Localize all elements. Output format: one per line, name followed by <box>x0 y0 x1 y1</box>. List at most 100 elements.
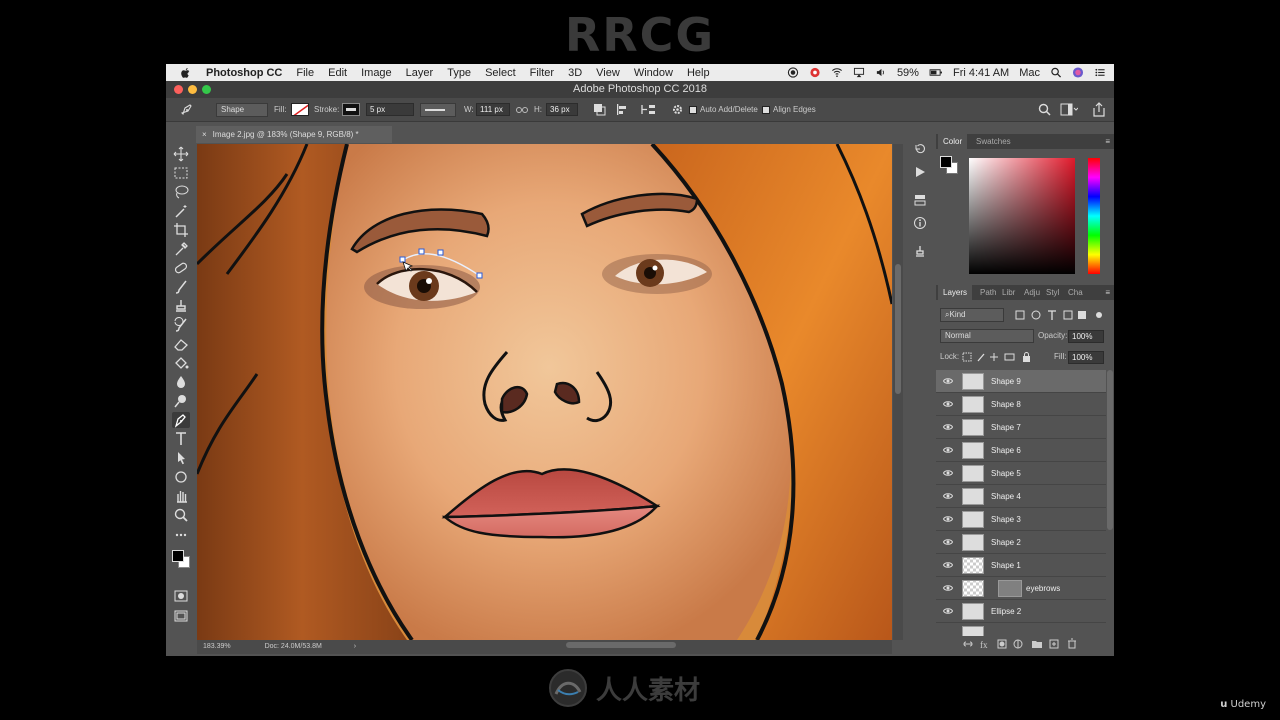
paint-bucket-tool-icon[interactable] <box>172 355 190 371</box>
zoom-tool-icon[interactable] <box>172 507 190 523</box>
layers-panel-menu-icon[interactable]: ≡ <box>1105 285 1110 300</box>
layer-row-shape-6[interactable]: Shape 6 <box>936 439 1106 462</box>
color-picker-field[interactable] <box>969 158 1075 274</box>
eye-icon[interactable] <box>943 445 953 455</box>
layer-row-shape-1[interactable]: Shape 1 <box>936 554 1106 577</box>
menu-layer[interactable]: Layer <box>406 67 434 79</box>
blur-tool-icon[interactable] <box>172 374 190 390</box>
screen-mode-icon[interactable] <box>172 608 190 624</box>
document-tab[interactable]: × Image 2.jpg @ 183% (Shape 9, RGB/8) * <box>196 126 392 143</box>
spotlight-search-icon[interactable] <box>1050 67 1062 78</box>
siri-icon[interactable] <box>1072 67 1084 78</box>
layers-bottom-actions[interactable]: fx <box>962 638 1102 650</box>
menu-app-name[interactable]: Photoshop CC <box>206 67 282 79</box>
eye-icon[interactable] <box>943 606 953 616</box>
layer-row-shape-5[interactable]: Shape 5 <box>936 462 1106 485</box>
path-operations-icon[interactable] <box>593 103 606 116</box>
type-tool-icon[interactable] <box>172 431 190 447</box>
hand-tool-icon[interactable] <box>172 488 190 504</box>
close-window-button[interactable] <box>174 85 183 94</box>
menu-type[interactable]: Type <box>447 67 471 79</box>
layer-row-shape-3[interactable]: Shape 3 <box>936 508 1106 531</box>
brush-tool-icon[interactable] <box>172 279 190 295</box>
eye-icon[interactable] <box>943 537 953 547</box>
eye-icon[interactable] <box>943 376 953 386</box>
hue-slider[interactable] <box>1088 158 1100 274</box>
tab-adjustments[interactable]: Adju <box>1024 285 1040 300</box>
info-panel-icon[interactable] <box>913 216 927 230</box>
color-panel-swatches[interactable] <box>940 156 962 178</box>
more-tools-icon[interactable] <box>172 527 190 543</box>
layer-row-shape-4[interactable]: Shape 4 <box>936 485 1106 508</box>
magic-wand-tool-icon[interactable] <box>172 203 190 219</box>
height-field[interactable]: 36 px <box>546 103 578 116</box>
menu-edit[interactable]: Edit <box>328 67 347 79</box>
layer-filter-icons[interactable] <box>1014 309 1104 321</box>
history-brush-tool-icon[interactable] <box>172 317 190 333</box>
path-selection-tool-icon[interactable] <box>172 450 190 466</box>
menu-file[interactable]: File <box>296 67 314 79</box>
properties-panel-icon[interactable] <box>913 193 927 207</box>
color-panel-foreground-swatch[interactable] <box>940 156 952 168</box>
move-tool-icon[interactable] <box>172 146 190 162</box>
notification-center-icon[interactable] <box>1094 67 1106 78</box>
wifi-icon[interactable] <box>831 67 843 78</box>
eye-icon[interactable] <box>943 399 953 409</box>
menubar-user[interactable]: Mac <box>1019 67 1040 79</box>
clone-source-panel-icon[interactable] <box>913 244 927 258</box>
tool-mode-dropdown[interactable]: Shape <box>216 103 268 117</box>
zoom-level[interactable]: 183.39% <box>203 643 231 650</box>
quick-mask-icon[interactable] <box>172 588 190 604</box>
lock-options-icons[interactable] <box>962 351 1038 363</box>
tab-layers[interactable]: Layers <box>938 285 973 300</box>
stroke-type-dropdown[interactable] <box>420 103 456 117</box>
layer-row-shape-7[interactable]: Shape 7 <box>936 416 1106 439</box>
eyedropper-tool-icon[interactable] <box>172 241 190 257</box>
airplay-icon[interactable] <box>853 67 865 78</box>
tab-channels[interactable]: Cha <box>1068 285 1083 300</box>
menu-help[interactable]: Help <box>687 67 710 79</box>
volume-icon[interactable] <box>875 67 887 78</box>
fill-swatch[interactable] <box>291 103 309 116</box>
auto-add-delete-checkbox[interactable] <box>689 106 697 114</box>
battery-icon[interactable] <box>929 67 943 78</box>
actions-play-icon[interactable] <box>913 165 927 179</box>
menu-window[interactable]: Window <box>634 67 673 79</box>
menu-filter[interactable]: Filter <box>530 67 554 79</box>
creative-cloud-icon[interactable] <box>809 67 821 78</box>
canvas-horizontal-scroll-thumb[interactable] <box>566 642 676 648</box>
search-icon[interactable] <box>1038 103 1051 116</box>
record-icon[interactable] <box>787 67 799 78</box>
blend-mode-dropdown[interactable]: Normal <box>940 329 1034 343</box>
color-swatches[interactable] <box>172 548 190 572</box>
width-field[interactable]: 111 px <box>476 103 510 116</box>
apple-icon[interactable] <box>180 67 192 79</box>
image-canvas[interactable] <box>197 144 892 640</box>
workspace-icon[interactable] <box>1060 103 1078 116</box>
stroke-swatch[interactable] <box>342 103 360 116</box>
opacity-field[interactable]: 100% <box>1068 330 1104 343</box>
menu-select[interactable]: Select <box>485 67 516 79</box>
eye-icon[interactable] <box>943 491 953 501</box>
tab-color[interactable]: Color <box>938 134 968 149</box>
fill-field[interactable]: 100% <box>1068 351 1104 364</box>
eraser-tool-icon[interactable] <box>172 336 190 352</box>
pen-tool-icon[interactable] <box>172 412 190 428</box>
menu-image[interactable]: Image <box>361 67 392 79</box>
canvas-vertical-scrollbar[interactable] <box>893 144 903 640</box>
share-icon[interactable] <box>1092 102 1106 117</box>
minimize-window-button[interactable] <box>188 85 197 94</box>
eye-icon[interactable] <box>943 514 953 524</box>
color-panel-menu-icon[interactable]: ≡ <box>1105 134 1110 149</box>
marquee-tool-icon[interactable] <box>172 165 190 181</box>
tab-libraries[interactable]: Libr <box>1002 285 1015 300</box>
eye-icon[interactable] <box>943 422 953 432</box>
ellipse-tool-icon[interactable] <box>172 469 190 485</box>
path-alignment-icon[interactable] <box>616 103 629 116</box>
link-dimensions-icon[interactable] <box>516 105 528 115</box>
path-arrangement-icon[interactable] <box>640 103 656 116</box>
pen-tool-preset-icon[interactable] <box>180 103 194 117</box>
settings-gear-icon[interactable] <box>671 103 684 116</box>
layer-row-shape-9[interactable]: Shape 9 <box>936 370 1106 393</box>
menu-view[interactable]: View <box>596 67 620 79</box>
